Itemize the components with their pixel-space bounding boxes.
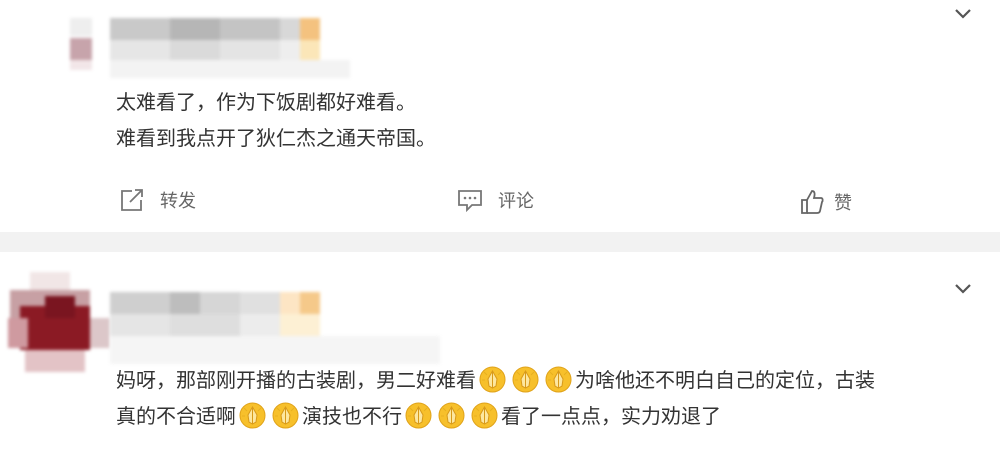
pray-emoji bbox=[471, 402, 498, 429]
comment-text-segment: 为啥他还不明白自己的定位，古装 bbox=[575, 368, 875, 392]
like-label: 赞 bbox=[834, 193, 852, 214]
pray-emoji bbox=[272, 402, 299, 429]
pray-emoji bbox=[438, 402, 465, 429]
thumbs-up-icon bbox=[798, 188, 826, 216]
username[interactable] bbox=[110, 292, 440, 370]
pray-emoji bbox=[512, 366, 539, 393]
comment-line: 难看到我点开了狄仁杰之通天帝国。 bbox=[116, 126, 436, 150]
like-button[interactable]: 赞 bbox=[798, 188, 852, 216]
action-bar: 转发 评论 赞 bbox=[0, 186, 1000, 216]
comment-text-segment: 看了一点点，实力劝退了 bbox=[501, 404, 721, 428]
avatar[interactable] bbox=[0, 266, 110, 382]
comment-text: 妈呀，那部刚开播的古装剧，男二好难看 为啥他还不明白自己的定位，古装真的不合适啊 bbox=[116, 362, 875, 434]
comment-button[interactable]: 评论 bbox=[456, 186, 534, 214]
chevron-down-icon[interactable] bbox=[952, 277, 974, 299]
share-icon bbox=[118, 186, 146, 214]
pray-emoji bbox=[479, 366, 506, 393]
username[interactable] bbox=[110, 18, 350, 83]
separator bbox=[0, 232, 1000, 252]
comment-text: 太难看了，作为下饭剧都好难看。 难看到我点开了狄仁杰之通天帝国。 bbox=[116, 84, 436, 156]
pray-emoji bbox=[405, 402, 432, 429]
comment-icon bbox=[456, 186, 484, 214]
share-label: 转发 bbox=[160, 191, 196, 212]
pray-emoji bbox=[239, 402, 266, 429]
comment-text-segment: 妈呀，那部刚开播的古装剧，男二好难看 bbox=[116, 368, 476, 392]
comment-label: 评论 bbox=[498, 191, 534, 212]
pray-emoji bbox=[545, 366, 572, 393]
comment-card-1: 太难看了，作为下饭剧都好难看。 难看到我点开了狄仁杰之通天帝国。 转发 评论 赞 bbox=[0, 0, 1000, 232]
chevron-down-icon[interactable] bbox=[952, 2, 974, 24]
comment-text-segment: 真的不合适啊 bbox=[116, 404, 236, 428]
comment-text-segment: 演技也不行 bbox=[302, 404, 402, 428]
share-button[interactable]: 转发 bbox=[118, 186, 196, 214]
comment-card-2: 妈呀，那部刚开播的古装剧，男二好难看 为啥他还不明白自己的定位，古装真的不合适啊 bbox=[0, 252, 1000, 463]
avatar[interactable] bbox=[60, 0, 100, 70]
comment-line: 太难看了，作为下饭剧都好难看。 bbox=[116, 90, 416, 114]
